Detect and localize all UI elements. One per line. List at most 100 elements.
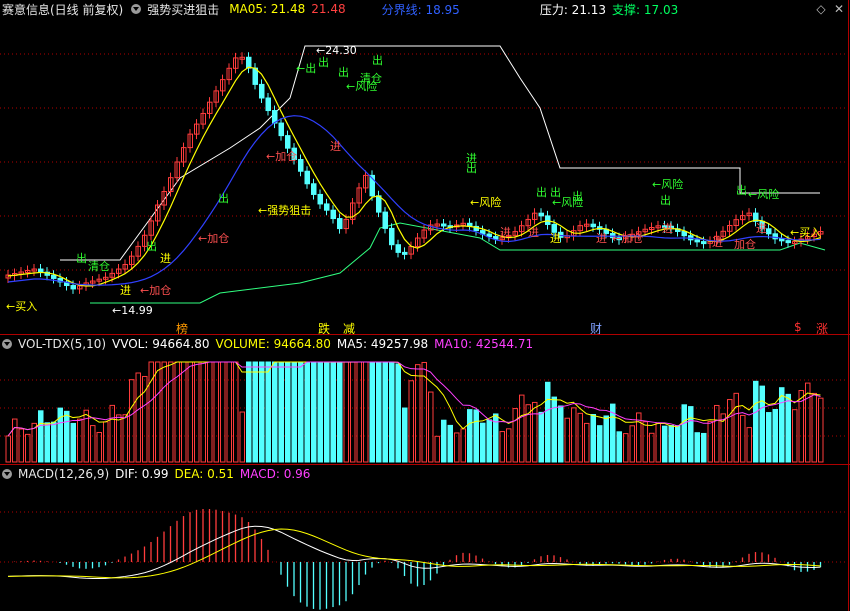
candle-body bbox=[590, 223, 596, 228]
signal-annotation: ←买入 bbox=[6, 300, 37, 313]
signal-annotation: 进 bbox=[528, 226, 539, 239]
volume-bar bbox=[343, 361, 349, 463]
signal-annotation: 进 bbox=[756, 222, 767, 235]
vol-indicator-select-icon[interactable] bbox=[2, 339, 12, 349]
volume-bar bbox=[538, 411, 544, 463]
volume-bar bbox=[291, 361, 297, 463]
volume-bar bbox=[408, 380, 414, 463]
macd-indicator-name[interactable]: MACD(12,26,9) bbox=[18, 467, 109, 481]
volume-bar bbox=[194, 361, 200, 463]
vol-ma10-value: MA10: 42544.71 bbox=[434, 337, 534, 351]
volume-bar bbox=[675, 425, 681, 463]
volume-value: VOLUME: 94664.80 bbox=[215, 337, 331, 351]
volume-bar bbox=[31, 422, 37, 463]
candle-body bbox=[70, 285, 76, 290]
volume-bar bbox=[382, 361, 388, 463]
macd-chart[interactable] bbox=[0, 482, 850, 610]
event-marker-dollar[interactable]: $ bbox=[794, 320, 802, 334]
volume-bar bbox=[272, 361, 278, 463]
volume-bar bbox=[727, 399, 733, 463]
signal-annotation: ←风险 bbox=[470, 195, 501, 209]
signal-annotation: ←出 bbox=[296, 61, 316, 75]
volume-bar bbox=[428, 391, 434, 463]
volume-bar bbox=[623, 433, 629, 463]
support-value: 支撑: 17.03 bbox=[612, 2, 679, 17]
candle-body bbox=[330, 209, 336, 220]
volume-bar bbox=[304, 361, 310, 463]
volume-bar bbox=[265, 361, 271, 463]
volume-bar bbox=[12, 418, 18, 463]
vol-indicator-name[interactable]: VOL-TDX(5,10) bbox=[18, 337, 106, 351]
volume-bar bbox=[77, 418, 83, 463]
volume-bar bbox=[707, 420, 713, 463]
candle-body bbox=[681, 230, 687, 237]
volume-bar bbox=[90, 425, 96, 463]
volume-bar bbox=[38, 410, 44, 463]
macd-indicator-select-icon[interactable] bbox=[2, 469, 12, 479]
signal-annotation: ←加仓 bbox=[198, 231, 229, 245]
volume-bar bbox=[44, 422, 50, 463]
volume-bar bbox=[220, 361, 226, 463]
indicator-select-icon[interactable] bbox=[131, 4, 142, 14]
volume-bar bbox=[532, 401, 538, 463]
signal-annotation: 出 bbox=[372, 53, 383, 67]
signal-annotation: 出 bbox=[218, 191, 229, 205]
dea-value: DEA: 0.51 bbox=[174, 467, 234, 481]
volume-bar bbox=[740, 414, 746, 463]
candle-body bbox=[538, 212, 544, 217]
candle-body bbox=[265, 97, 271, 112]
volume-bar bbox=[473, 409, 479, 463]
volume-bar bbox=[603, 415, 609, 463]
signal-annotation: ←买入 bbox=[790, 226, 821, 239]
candle-body bbox=[246, 56, 252, 69]
volume-bar bbox=[207, 361, 213, 463]
candle-body bbox=[259, 83, 265, 99]
signal-annotation: 出 bbox=[536, 185, 547, 199]
dif-value: DIF: 0.99 bbox=[115, 467, 169, 481]
signal-annotation: 出 bbox=[466, 161, 477, 175]
volume-bar bbox=[642, 421, 648, 463]
volume-bar bbox=[376, 361, 382, 463]
volume-bar bbox=[187, 361, 193, 463]
volume-bar bbox=[252, 361, 258, 463]
chevron-up-icon[interactable]: ◇ bbox=[814, 2, 828, 16]
vol-ma5-value: MA5: 49257.98 bbox=[336, 337, 429, 351]
volume-bar bbox=[161, 361, 167, 463]
candle-body bbox=[779, 238, 785, 242]
signal-annotation: 清仓 bbox=[88, 259, 110, 273]
indicator-name[interactable]: 强势买进狙击 bbox=[147, 1, 219, 18]
volume-bar bbox=[356, 361, 362, 463]
volume-bar bbox=[298, 361, 304, 463]
signal-annotation: ←风险 bbox=[346, 79, 377, 93]
main-chart-header: 赛意信息(日线 前复权) 强势买进狙击 MA05: 21.48 21.48 分界… bbox=[0, 0, 684, 18]
volume-bar bbox=[655, 422, 661, 463]
signal-annotation: 出 bbox=[146, 239, 157, 253]
volume-bar bbox=[460, 428, 466, 463]
candle-body bbox=[324, 203, 330, 211]
signal-annotation: ←强势狙击 bbox=[258, 204, 311, 217]
volume-bar bbox=[155, 361, 161, 463]
volume-bar bbox=[148, 361, 154, 463]
volume-bar bbox=[701, 432, 707, 463]
ma05-value-2: 21.48 bbox=[311, 2, 346, 16]
close-icon[interactable]: ✕ bbox=[832, 2, 846, 16]
volume-bar bbox=[733, 392, 739, 463]
volume-bar bbox=[753, 380, 759, 463]
right-border bbox=[848, 0, 849, 611]
candlestick-chart[interactable]: ←买入出清仓进 ←加仓出进←加仓出←强势狙击←加仓←出 出出 清仓←风险出进进出←风险… bbox=[0, 18, 850, 336]
volume-bar bbox=[246, 361, 252, 463]
volume-bar bbox=[766, 412, 772, 463]
candle-body bbox=[285, 135, 291, 149]
signal-annotation: 出 bbox=[76, 251, 87, 265]
volume-bar bbox=[694, 432, 700, 463]
signal-annotation: 进 bbox=[550, 232, 561, 245]
volume-bar bbox=[18, 428, 24, 463]
volume-bar bbox=[116, 414, 122, 463]
volume-bar bbox=[590, 414, 596, 463]
volume-bar bbox=[168, 361, 174, 463]
volume-bar bbox=[239, 411, 245, 463]
candle-body bbox=[493, 236, 499, 240]
volume-chart[interactable] bbox=[0, 352, 850, 464]
stock-title: 赛意信息(日线 前复权) bbox=[2, 2, 124, 17]
volume-bar bbox=[415, 364, 421, 463]
